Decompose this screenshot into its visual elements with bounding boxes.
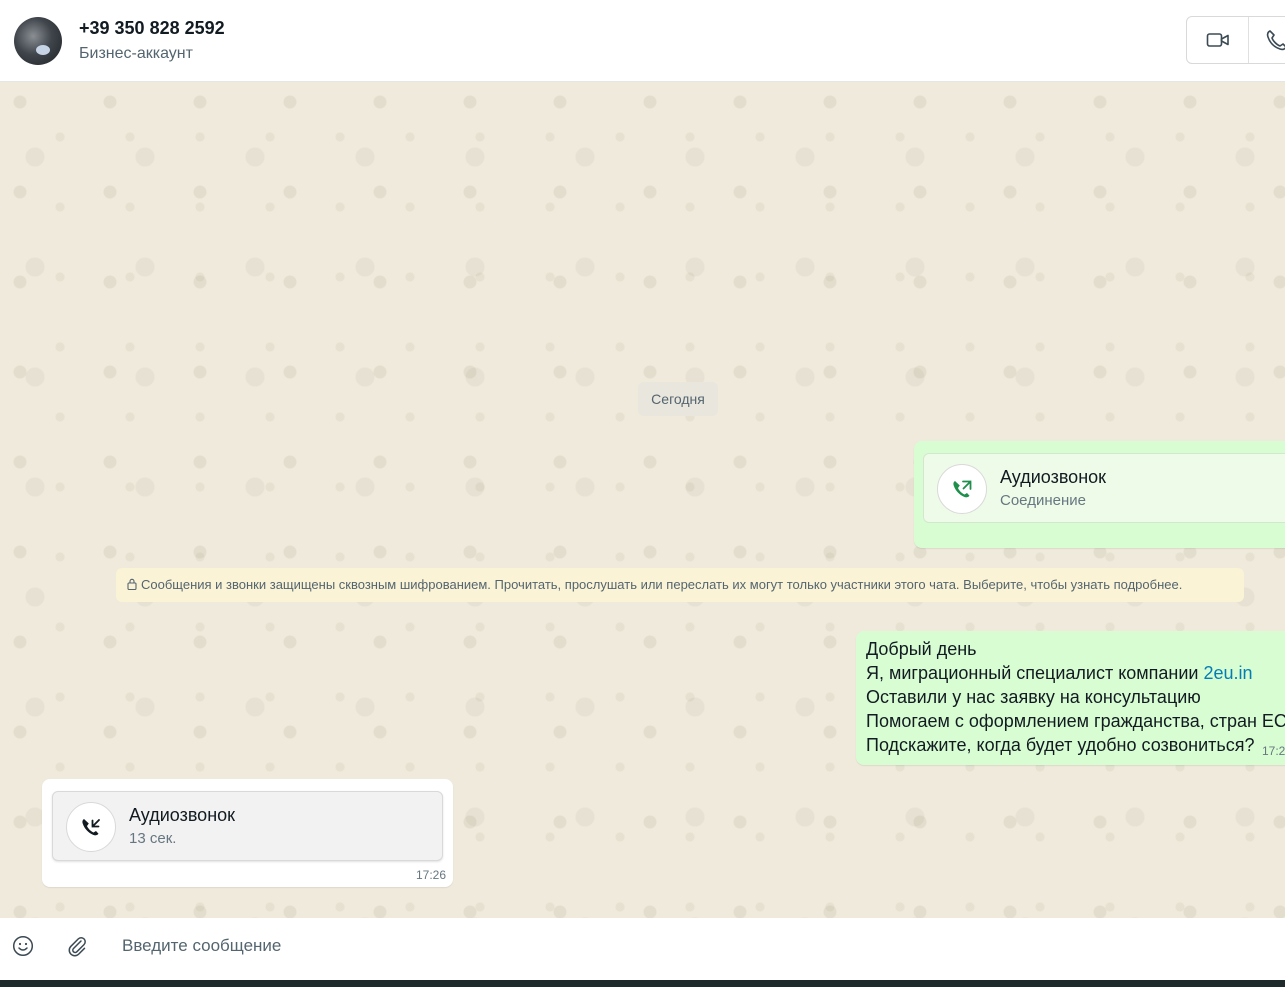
encryption-notice-text: Сообщения и звонки защищены сквозным шиф… — [141, 577, 1183, 592]
call-title: Аудиозвонок — [129, 805, 236, 825]
paperclip-icon[interactable] — [66, 934, 88, 958]
message-line: Помогаем с оформлением гражданства, стра… — [866, 711, 1285, 731]
call-title: Аудиозвонок — [1000, 467, 1107, 487]
message-line-text: Я, миграционный специалист компании — [866, 663, 1204, 683]
video-camera-icon[interactable] — [1206, 30, 1230, 50]
message-timestamp: 17:26 — [416, 868, 447, 882]
contact-avatar[interactable] — [14, 17, 62, 65]
call-card[interactable]: Аудиозвонок Соединение — [923, 453, 1285, 523]
lock-icon — [127, 578, 137, 590]
call-icon-circle — [937, 464, 987, 514]
message-line: Оставили у нас заявку на консультацию — [866, 687, 1201, 707]
call-icon-circle — [66, 802, 116, 852]
contact-subtitle: Бизнес-аккаунт — [79, 45, 193, 62]
phone-icon[interactable] — [1265, 28, 1285, 52]
message-timestamp: 17:2 — [1262, 744, 1285, 758]
outgoing-message-bubble[interactable]: Добрый день Я, миграционный специалист к… — [856, 631, 1285, 765]
call-duration: 13 сек. — [129, 830, 177, 847]
call-card[interactable]: Аудиозвонок 13 сек. — [52, 791, 443, 861]
message-input[interactable] — [122, 928, 1262, 964]
incoming-call-icon — [82, 819, 100, 836]
message-line: Подскажите, когда будет удобно созвонить… — [866, 735, 1255, 755]
encryption-notice[interactable]: Сообщения и звонки защищены сквозным шиф… — [116, 568, 1244, 602]
contact-name[interactable]: +39 350 828 2592 — [79, 18, 225, 39]
message-link[interactable]: 2eu.in — [1203, 663, 1252, 683]
outgoing-call-bubble[interactable]: Аудиозвонок Соединение — [914, 441, 1285, 548]
emoji-icon[interactable] — [12, 935, 34, 957]
chat-header: +39 350 828 2592 Бизнес-аккаунт — [0, 0, 1285, 82]
date-divider: Сегодня — [638, 382, 718, 416]
message-line: Добрый день — [866, 639, 977, 659]
outgoing-call-icon — [953, 480, 972, 498]
message-composer — [0, 918, 1285, 980]
incoming-call-bubble[interactable]: Аудиозвонок 13 сек. 17:26 — [42, 779, 453, 887]
call-status: Соединение — [1000, 492, 1086, 509]
message-line: Я, миграционный специалист компании 2eu.… — [866, 663, 1253, 684]
taskbar-edge — [0, 980, 1285, 987]
